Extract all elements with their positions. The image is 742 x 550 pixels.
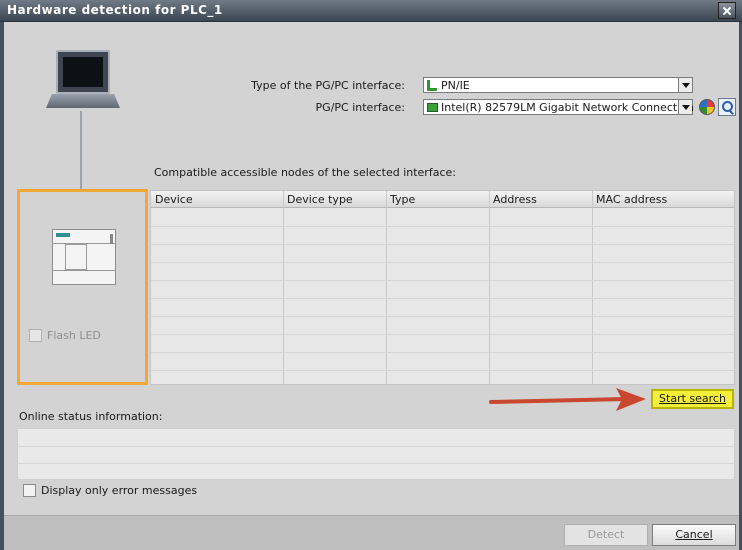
table-row	[151, 280, 734, 281]
plc-device-icon	[52, 229, 116, 285]
laptop-base	[46, 94, 120, 108]
annotation-arrow	[489, 388, 646, 411]
column-separator	[386, 191, 387, 384]
pg-pc-laptop-icon	[46, 50, 122, 112]
table-row	[151, 334, 734, 335]
flash-led-checkbox-box[interactable]	[29, 329, 42, 342]
title-bar: Hardware detection for PLC_1	[0, 0, 742, 22]
close-icon[interactable]	[718, 2, 736, 19]
chevron-down-icon[interactable]	[678, 78, 692, 92]
start-search-button[interactable]: Start search	[651, 389, 734, 409]
column-separator	[592, 191, 593, 384]
table-row	[151, 352, 734, 353]
column-header-address[interactable]: Address	[493, 193, 537, 206]
table-header: Device Device type Type Address MAC addr…	[151, 191, 734, 208]
dialog-footer: Detect Cancel	[4, 515, 739, 550]
network-card-icon	[427, 103, 438, 112]
table-row	[151, 262, 734, 263]
column-header-device[interactable]: Device	[155, 193, 193, 206]
interface-type-label: Type of the PG/PC interface:	[251, 79, 405, 92]
accessible-nodes-label: Compatible accessible nodes of the selec…	[154, 166, 456, 179]
table-row	[151, 370, 734, 371]
arrow-shaft	[489, 397, 628, 404]
pn-ie-interface-icon	[427, 80, 437, 91]
hardware-detection-dialog: Hardware detection for PLC_1 Flash LED T…	[0, 0, 742, 550]
table-row	[151, 298, 734, 299]
column-separator	[283, 191, 284, 384]
only-error-messages-checkbox[interactable]: Display only error messages	[23, 484, 197, 497]
dialog-title: Hardware detection for PLC_1	[7, 3, 223, 17]
interface-properties-icon[interactable]	[699, 99, 715, 115]
interface-type-dropdown[interactable]: PN/IE	[423, 77, 693, 93]
detect-button[interactable]: Detect	[564, 524, 648, 546]
column-header-device-type[interactable]: Device type	[287, 193, 353, 206]
chevron-down-icon[interactable]	[678, 100, 692, 114]
search-icon[interactable]	[718, 98, 736, 116]
column-header-type[interactable]: Type	[390, 193, 415, 206]
only-error-messages-label: Display only error messages	[41, 484, 198, 497]
detected-device-panel: Flash LED	[17, 189, 148, 385]
list-item	[18, 463, 734, 464]
network-connection-line	[80, 111, 82, 191]
online-status-list[interactable]	[17, 428, 735, 480]
flash-led-label: Flash LED	[47, 329, 101, 342]
column-separator	[489, 191, 490, 384]
list-item	[18, 446, 734, 447]
pgpc-interface-dropdown[interactable]: Intel(R) 82579LM Gigabit Network Connect…	[423, 99, 694, 115]
cancel-button[interactable]: Cancel	[652, 524, 736, 546]
pgpc-interface-value: Intel(R) 82579LM Gigabit Network Connect…	[441, 101, 694, 114]
window-border-left	[0, 22, 4, 550]
table-row	[151, 244, 734, 245]
column-header-mac-address[interactable]: MAC address	[596, 193, 667, 206]
only-error-messages-checkbox-box[interactable]	[23, 484, 36, 497]
laptop-screen	[56, 50, 110, 94]
table-row	[151, 316, 734, 317]
interface-type-value: PN/IE	[441, 79, 470, 92]
table-row	[151, 226, 734, 227]
pgpc-interface-label: PG/PC interface:	[315, 101, 405, 114]
flash-led-checkbox[interactable]: Flash LED	[29, 329, 101, 342]
online-status-label: Online status information:	[19, 410, 163, 423]
accessible-nodes-table[interactable]: Device Device type Type Address MAC addr…	[150, 190, 735, 385]
